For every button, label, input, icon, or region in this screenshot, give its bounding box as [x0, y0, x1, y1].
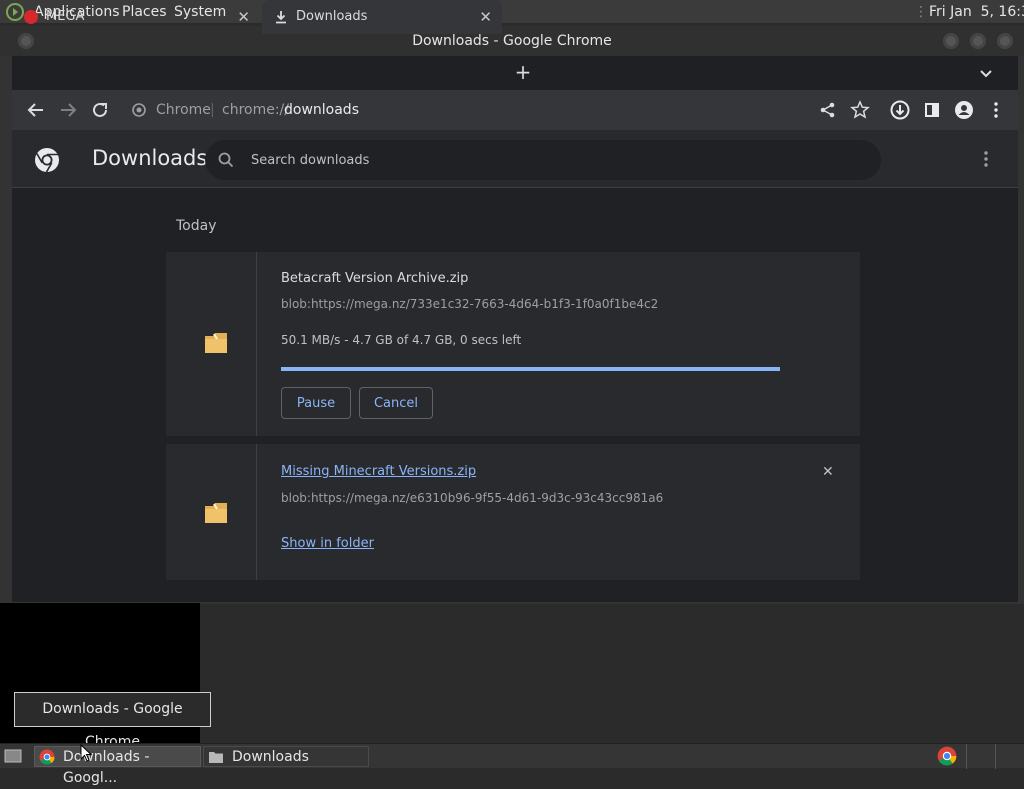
- maximize-button[interactable]: [970, 33, 986, 49]
- forward-icon[interactable]: [54, 96, 82, 124]
- taskbar-item-chrome[interactable]: Downloads - Googl...: [34, 746, 201, 786]
- search-icon: [218, 152, 234, 168]
- search-box[interactable]: [205, 140, 881, 180]
- download-item-card: Betacraft Version Archive.zip blob:https…: [166, 252, 860, 436]
- taskbar-item-label: Downloads: [232, 749, 309, 765]
- address-bar[interactable]: Chrome | chrome:// downloads: [124, 94, 884, 126]
- workspace-divider: [995, 744, 996, 769]
- download-filename-link[interactable]: Missing Minecraft Versions.zip: [281, 464, 476, 479]
- mega-logo-icon: [24, 10, 38, 24]
- close-tab-icon[interactable]: ✕: [237, 0, 250, 34]
- taskbar-item-downloads-folder[interactable]: Downloads: [203, 746, 369, 767]
- chrome-menu-icon[interactable]: [982, 96, 1010, 124]
- remove-download-icon[interactable]: ✕: [822, 464, 834, 480]
- download-url: blob:https://mega.nz/733e1c32-7663-4d64-…: [281, 297, 659, 311]
- progress-track: [281, 367, 780, 371]
- tab-search-chevron-icon[interactable]: [978, 65, 994, 81]
- chrome-site-icon: [132, 103, 146, 117]
- chrome-logo-icon: [35, 148, 59, 173]
- download-icon: [276, 11, 286, 24]
- download-filename: Betacraft Version Archive.zip: [281, 271, 469, 286]
- show-desktop-icon[interactable]: [4, 747, 22, 765]
- tab-downloads[interactable]: Downloads ✕: [262, 0, 502, 34]
- url-scheme: chrome://: [222, 102, 289, 118]
- downloads-toolbar-icon[interactable]: [886, 96, 914, 124]
- workspace-chrome-icon[interactable]: [937, 746, 957, 766]
- window-menu-button[interactable]: [18, 33, 34, 49]
- close-tab-icon[interactable]: ✕: [479, 0, 492, 34]
- search-input[interactable]: [249, 140, 849, 180]
- more-options-icon[interactable]: [976, 149, 996, 169]
- close-window-button[interactable]: [997, 33, 1013, 49]
- date-group-label: Today: [176, 218, 217, 234]
- bookmark-star-icon[interactable]: [846, 96, 874, 124]
- tab-label: MEGA: [46, 9, 85, 24]
- new-tab-button[interactable]: +: [512, 62, 534, 84]
- browser-toolbar: Chrome | chrome:// downloads: [12, 90, 1018, 130]
- card-divider: [256, 444, 257, 580]
- omnibox-prefix: Chrome: [156, 102, 211, 118]
- download-status: 50.1 MB/s - 4.7 GB of 4.7 GB, 0 secs lef…: [281, 333, 522, 347]
- download-item-card: Missing Minecraft Versions.zip blob:http…: [166, 444, 860, 580]
- back-icon[interactable]: [22, 96, 50, 124]
- card-divider: [256, 252, 257, 436]
- pause-button[interactable]: Pause: [281, 387, 351, 419]
- downloads-header: Downloads: [12, 130, 1018, 188]
- zip-file-icon: [205, 503, 227, 523]
- omnibox-divider: |: [210, 102, 215, 118]
- show-in-folder-link[interactable]: Show in folder: [281, 536, 374, 551]
- url-host: downloads: [284, 102, 359, 118]
- side-panel-icon[interactable]: [918, 96, 946, 124]
- zip-file-icon: [205, 333, 227, 353]
- mouse-cursor-icon: [80, 744, 92, 762]
- download-url: blob:https://mega.nz/e6310b96-9f55-4d61-…: [281, 491, 664, 505]
- minimize-button[interactable]: [943, 33, 959, 49]
- share-icon[interactable]: [814, 96, 842, 124]
- chrome-icon: [39, 749, 55, 765]
- tab-mega[interactable]: MEGA ✕: [12, 0, 260, 34]
- cancel-button[interactable]: Cancel: [359, 387, 433, 419]
- taskbar-tooltip: Downloads - Google Chrome: [14, 692, 211, 750]
- page-title: Downloads: [92, 146, 208, 170]
- bottom-taskbar: Downloads - Googl... Downloads: [0, 743, 1024, 786]
- panel-separator: ⋮: [914, 4, 928, 20]
- tab-label: Downloads: [296, 9, 368, 24]
- workspace-divider: [966, 744, 967, 769]
- clock[interactable]: Fri Jan 5, 16:33: [929, 0, 1024, 24]
- progress-fill: [281, 367, 780, 371]
- reload-icon[interactable]: [86, 96, 114, 124]
- folder-icon: [209, 752, 223, 763]
- profile-icon[interactable]: [950, 96, 978, 124]
